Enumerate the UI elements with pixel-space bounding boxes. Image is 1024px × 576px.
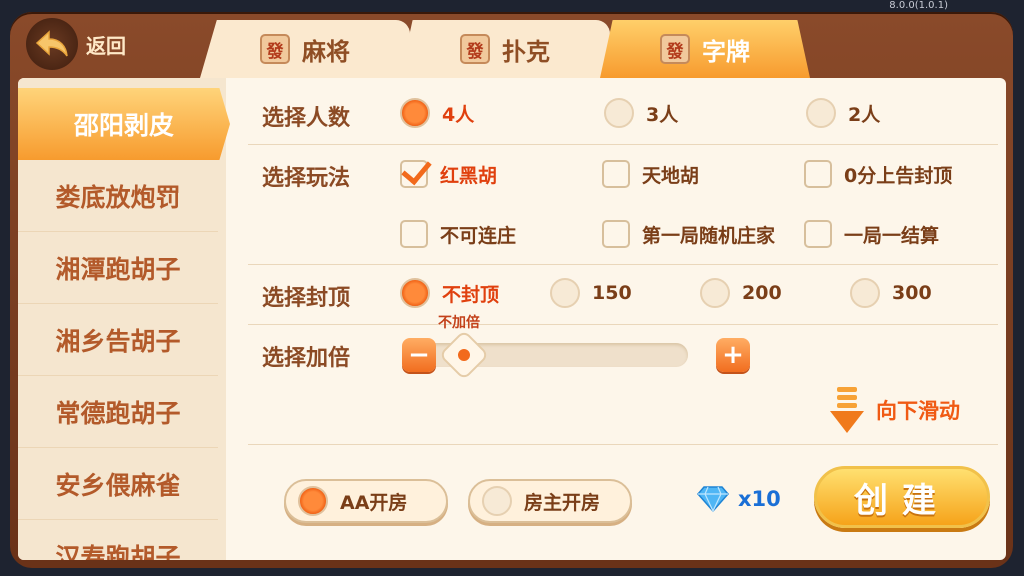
mahjong-tile-icon: 發 [460,34,490,64]
gameplay-option-hongheihu[interactable]: 红黑胡 [400,160,497,188]
tab-poker[interactable]: 發 扑克 [400,20,610,78]
tab-zipai[interactable]: 發 字牌 [600,20,810,78]
row-divider [248,264,998,265]
cap-option-300[interactable]: 300 [850,278,932,308]
sidebar-item-hanshou[interactable]: 汉寿跑胡子 [18,520,218,561]
multiplier-plus-button[interactable]: + [716,338,750,372]
multiplier-slider-thumb[interactable] [438,329,490,381]
radio-icon [298,486,328,516]
sidebar-item-anxiang[interactable]: 安乡偎麻雀 [18,448,218,520]
gameplay-option-no-consecutive-dealer[interactable]: 不可连庄 [400,220,516,248]
option-label: 第一局随机庄家 [642,224,776,247]
row-divider [248,444,998,445]
room-cost: x10 [696,485,781,513]
cost-label: x10 [738,487,781,511]
cap-option-none[interactable]: 不封顶 [400,278,499,308]
checkbox-checked-icon [400,160,428,188]
option-label: 200 [742,282,782,304]
multiplier-label: 选择加倍 [262,346,351,371]
option-label: AA开房 [340,491,408,514]
multiplier-minus-button[interactable]: − [402,338,436,372]
back-label[interactable]: 返回 [86,30,126,59]
option-label: 不可连庄 [440,224,517,247]
cap-option-150[interactable]: 150 [550,278,632,308]
checkbox-icon [804,220,832,248]
scroll-down-hint: 向下滑动 [828,385,960,435]
radio-icon [604,98,634,128]
tab-label: 字牌 [702,37,750,66]
option-label: 2人 [848,103,881,126]
game-sidebar: 邵阳剥皮 娄底放炮罚 湘潭跑胡子 湘乡告胡子 常德跑胡子 安乡偎麻雀 汉寿跑胡子 [18,78,230,561]
checkbox-icon [602,220,630,248]
radio-icon [550,278,580,308]
checkbox-icon [804,160,832,188]
pay-option-host[interactable]: 房主开房 [468,479,632,523]
gameplay-option-settle-each-round[interactable]: 一局一结算 [804,220,939,248]
cap-label: 选择封顶 [262,286,351,311]
scroll-hint-label: 向下滑动 [876,399,960,423]
radio-icon [400,98,430,128]
players-option-3[interactable]: 3人 [604,98,678,128]
checkbox-icon [602,160,630,188]
tab-label: 扑克 [502,37,550,66]
row-divider [248,144,998,145]
gameplay-option-zero-cap[interactable]: 0分上告封顶 [804,160,952,188]
mahjong-tile-icon: 發 [260,34,290,64]
category-tabs: 發 麻将 發 扑克 發 字牌 [200,20,810,78]
tab-label: 麻将 [302,37,350,66]
radio-icon [482,486,512,516]
diamond-icon [697,486,729,513]
radio-icon [850,278,880,308]
arrow-down-icon [830,387,864,433]
option-label: 150 [592,282,632,304]
option-label: 红黑胡 [440,164,498,187]
option-label: 一局一结算 [844,224,940,247]
multiplier-value-label: 不加倍 [438,315,480,331]
option-label: 4人 [442,103,475,126]
sidebar-item-changde[interactable]: 常德跑胡子 [18,376,218,448]
row-divider [248,324,998,325]
sidebar-item-xiangxiang[interactable]: 湘乡告胡子 [18,304,218,376]
option-label: 天地胡 [642,164,700,187]
sidebar-item-loudi[interactable]: 娄底放炮罚 [18,160,218,232]
players-option-4[interactable]: 4人 [400,98,474,128]
gameplay-label: 选择玩法 [262,166,351,191]
radio-icon [400,278,430,308]
option-label: 300 [892,282,932,304]
checkbox-icon [400,220,428,248]
sidebar-item-shaoyang-boopi[interactable]: 邵阳剥皮 [18,88,230,160]
option-label: 0分上告封顶 [844,164,953,187]
gameplay-option-random-first-dealer[interactable]: 第一局随机庄家 [602,220,775,248]
players-label: 选择人数 [262,106,351,131]
cap-option-200[interactable]: 200 [700,278,782,308]
option-label: 3人 [646,103,679,126]
tab-mahjong[interactable]: 發 麻将 [200,20,410,78]
back-button[interactable] [26,18,78,70]
back-arrow-icon [35,30,68,57]
mahjong-tile-icon: 發 [660,34,690,64]
players-option-2[interactable]: 2人 [806,98,880,128]
radio-icon [806,98,836,128]
option-label: 不封顶 [442,283,500,306]
create-room-button[interactable]: 创建 [814,466,990,528]
pay-option-aa[interactable]: AA开房 [284,479,448,523]
option-label: 房主开房 [524,491,601,514]
sidebar-item-xiangtan[interactable]: 湘潭跑胡子 [18,232,218,304]
radio-icon [700,278,730,308]
version-label: 8.0.0(1.0.1) [889,0,948,11]
gameplay-option-tiandihu[interactable]: 天地胡 [602,160,699,188]
